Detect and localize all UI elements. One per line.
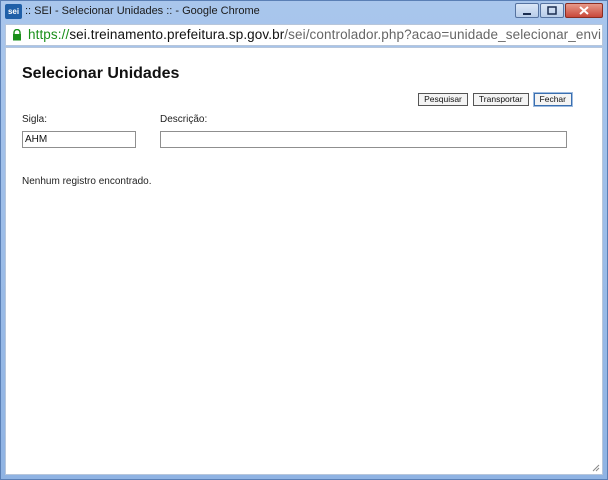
minimize-icon — [523, 12, 531, 15]
lock-icon — [13, 29, 21, 41]
window-title: :: SEI - Selecionar Unidades :: - Google… — [25, 5, 260, 17]
address-bar[interactable]: https://sei.treinamento.prefeitura.sp.go… — [5, 24, 603, 46]
sigla-input[interactable]: AHM — [22, 131, 136, 148]
page-title: Selecionar Unidades — [22, 65, 180, 82]
url-text: https://sei.treinamento.prefeitura.sp.go… — [28, 27, 601, 42]
window-controls — [515, 3, 603, 18]
minimize-button[interactable] — [515, 3, 539, 18]
empty-result-message: Nenhum registro encontrado. — [22, 176, 152, 187]
title-bar[interactable]: sei :: SEI - Selecionar Unidades :: - Go… — [1, 1, 607, 23]
maximize-button[interactable] — [540, 3, 564, 18]
resize-grip-icon[interactable] — [592, 464, 600, 472]
url-scheme: https:// — [28, 27, 70, 42]
transport-button[interactable]: Transportar — [472, 93, 529, 106]
app-logo: sei — [5, 4, 22, 19]
url-host: sei.treinamento.prefeitura.sp.gov.br — [69, 27, 285, 42]
close-dialog-button[interactable]: Fechar — [533, 93, 572, 106]
descricao-input[interactable] — [160, 131, 567, 148]
browser-window: sei :: SEI - Selecionar Unidades :: - Go… — [0, 0, 608, 480]
close-button[interactable] — [565, 3, 603, 18]
descricao-label: Descrição: — [160, 114, 208, 125]
maximize-icon — [547, 6, 557, 15]
sigla-label: Sigla: — [22, 114, 48, 125]
close-icon — [579, 6, 589, 15]
page-content: Selecionar Unidades Pesquisar Transporta… — [5, 47, 603, 475]
search-button[interactable]: Pesquisar — [418, 93, 468, 106]
url-path: /sei/controlador.php?acao=unidade_seleci… — [284, 27, 602, 42]
action-toolbar: Pesquisar Transportar Fechar — [418, 93, 572, 106]
